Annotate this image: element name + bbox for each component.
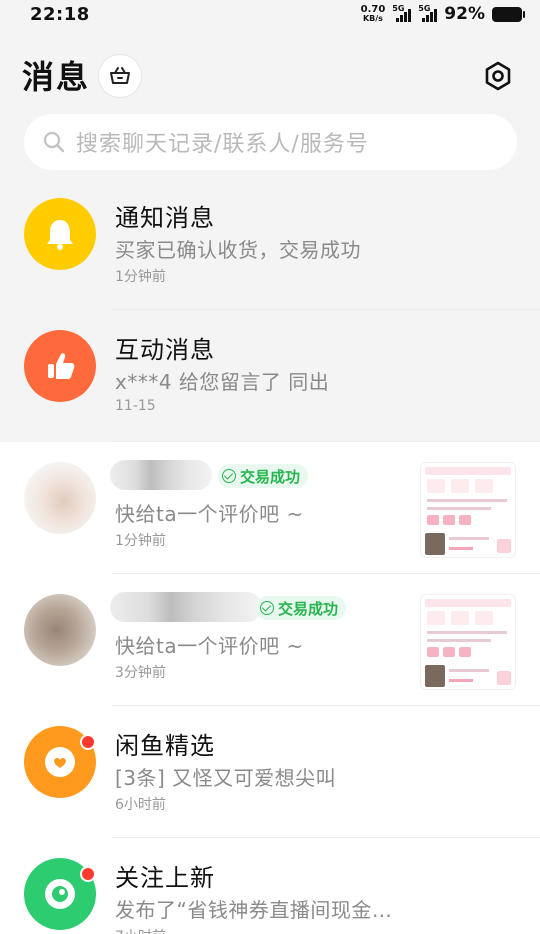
message-row-featured[interactable]: 闲鱼精选 [3条] 又怪又可爱想尖叫 6小时前	[0, 706, 540, 838]
badge-label: 交易成功	[278, 599, 339, 618]
sim2-type: 5G	[418, 4, 431, 13]
status-time: 22:18	[30, 3, 90, 25]
settings-button[interactable]	[478, 56, 518, 96]
message-preview: 快给ta一个评价吧 ~	[115, 502, 304, 526]
settings-hexagon-icon	[485, 61, 511, 91]
message-time: 1分钟前	[115, 269, 166, 285]
message-title: 关注上新	[115, 864, 215, 892]
interaction-avatar	[24, 330, 96, 402]
sim1-type: 5G	[392, 4, 405, 13]
message-title: 通知消息	[115, 204, 215, 232]
message-row-notifications[interactable]: 通知消息 买家已确认收货，交易成功 1分钟前	[0, 178, 540, 310]
page-title: 消息	[22, 58, 91, 96]
message-title: 闲鱼精选	[115, 732, 215, 760]
message-preview: 快给ta一个评价吧 ~	[115, 634, 304, 658]
status-bar: 22:18 0.70 KB/s 5G 5G 92%	[0, 0, 540, 28]
network-speed: 0.70 KB/s	[360, 4, 386, 24]
basket-icon	[110, 67, 130, 84]
message-time: 1分钟前	[115, 533, 166, 549]
message-time: 11-15	[115, 398, 156, 414]
item-thumbnail[interactable]	[420, 594, 516, 690]
message-row-follow-updates[interactable]: 关注上新 发布了“省钱神券直播间现金… 7小时前	[0, 838, 540, 934]
message-title: 互动消息	[115, 336, 215, 364]
heart-icon	[45, 747, 75, 777]
basket-button[interactable]	[98, 54, 142, 98]
status-right: 0.70 KB/s 5G 5G 92%	[360, 4, 525, 24]
notification-avatar	[24, 198, 96, 270]
signal-sim2-icon: 5G	[418, 4, 438, 22]
blurred-contact-name	[110, 460, 212, 490]
message-row-interactions[interactable]: 互动消息 x***4 给您留言了 同出 11-15	[0, 310, 540, 442]
signal-sim1-icon: 5G	[392, 4, 412, 22]
message-list: 通知消息 买家已确认收货，交易成功 1分钟前 互动消息 x***4 给您留言了 …	[0, 178, 540, 934]
badge-label: 交易成功	[240, 467, 301, 486]
message-row-trade-1[interactable]: 交易成功 快给ta一个评价吧 ~ 1分钟前	[0, 442, 540, 574]
network-speed-value: 0.70	[360, 4, 386, 15]
eye-icon	[45, 879, 75, 909]
message-preview: 发布了“省钱神券直播间现金…	[115, 898, 393, 922]
blurred-avatar	[24, 594, 96, 666]
message-preview: 买家已确认收货，交易成功	[115, 238, 361, 262]
trade-success-badge: 交易成功	[218, 464, 309, 488]
trade-success-badge: 交易成功	[256, 596, 347, 620]
message-time: 3分钟前	[115, 665, 166, 681]
check-circle-icon	[260, 601, 274, 615]
blurred-avatar	[24, 462, 96, 534]
message-preview: [3条] 又怪又可爱想尖叫	[115, 766, 337, 790]
message-preview: x***4 给您留言了 同出	[115, 370, 330, 394]
message-row-trade-2[interactable]: 交易成功 快给ta一个评价吧 ~ 3分钟前	[0, 574, 540, 706]
search-bar[interactable]: 搜索聊天记录/联系人/服务号	[24, 114, 517, 170]
battery-icon	[492, 6, 525, 22]
network-speed-unit: KB/s	[362, 14, 383, 23]
item-thumbnail[interactable]	[420, 462, 516, 558]
unread-dot	[80, 734, 96, 750]
blurred-contact-name	[110, 592, 262, 622]
message-time: 6小时前	[115, 797, 166, 813]
message-time: 7小时前	[115, 926, 166, 934]
battery-percent: 92%	[444, 4, 485, 24]
check-circle-icon	[222, 469, 236, 483]
header: 消息	[0, 44, 540, 106]
search-placeholder: 搜索聊天记录/联系人/服务号	[76, 132, 369, 157]
bell-icon	[47, 220, 73, 250]
thumbs-up-icon	[48, 353, 75, 379]
search-icon	[43, 131, 65, 153]
unread-dot	[80, 866, 96, 882]
